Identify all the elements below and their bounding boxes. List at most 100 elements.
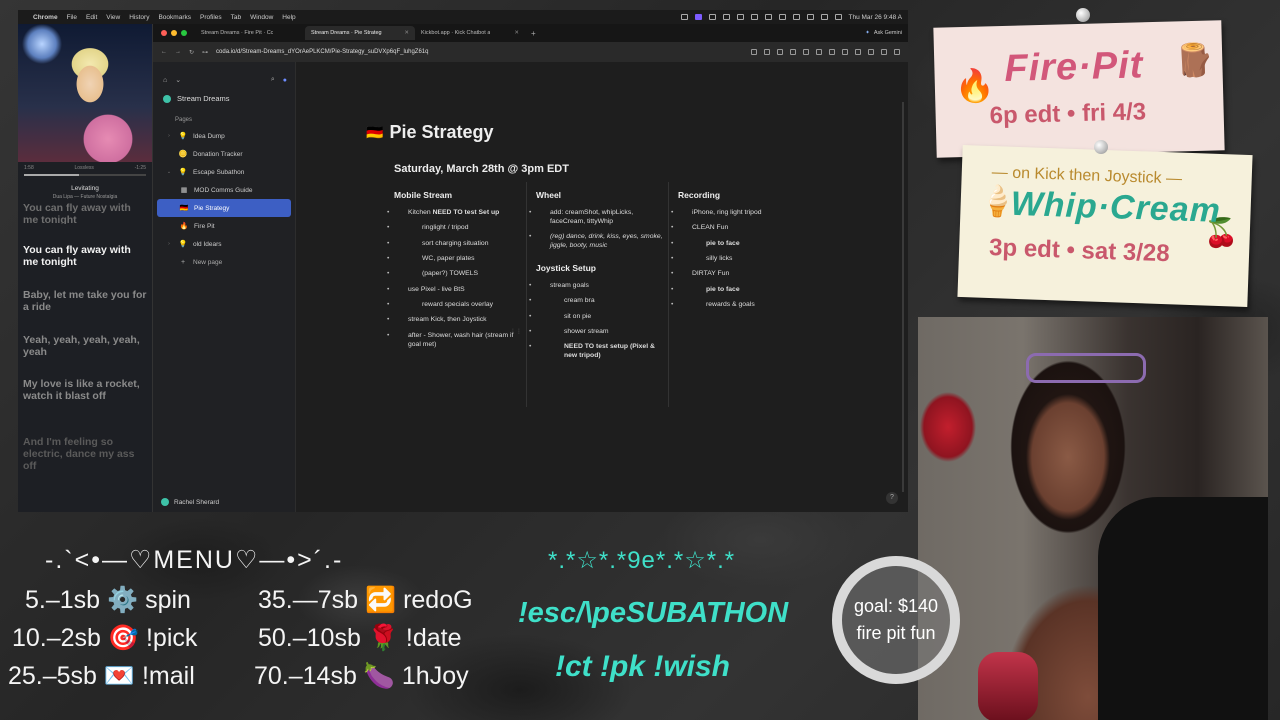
install-icon[interactable] xyxy=(751,49,757,55)
ask-gemini-button[interactable]: ✦ Ask Gemini xyxy=(865,30,902,36)
page-title[interactable]: Pie Strategy xyxy=(389,122,493,143)
notifications-icon[interactable]: ● xyxy=(283,77,287,84)
menu-bookmarks[interactable]: Bookmarks xyxy=(158,14,191,21)
menu-edit[interactable]: Edit xyxy=(86,14,97,21)
search-icon[interactable] xyxy=(820,14,828,20)
help-icon[interactable]: ? xyxy=(886,492,898,504)
lyric-line-current[interactable]: You can fly away with me tonight xyxy=(23,244,147,268)
close-tab-icon[interactable]: ✕ xyxy=(514,30,519,36)
extension-icon[interactable] xyxy=(803,49,809,55)
menu-history[interactable]: History xyxy=(129,14,149,21)
list-item[interactable]: DIRTAY Fun xyxy=(671,270,808,279)
menu-view[interactable]: View xyxy=(106,14,120,21)
list-item[interactable]: add: creamShot, whipLicks, faceCream, ti… xyxy=(529,209,664,227)
chevron-down-icon[interactable]: ⌄ xyxy=(165,169,173,175)
browser-tab[interactable]: Kickbot.app · Kick Chatbot a ✕ xyxy=(415,26,525,40)
list-item[interactable]: after - Shower, wash hair (stream if goa… xyxy=(387,332,522,350)
status-icon[interactable] xyxy=(722,14,730,20)
list-item[interactable]: (reg) dance, drink, kiss, eyes, smoke, j… xyxy=(529,233,664,251)
status-icon[interactable] xyxy=(708,14,716,20)
status-icon[interactable] xyxy=(778,14,786,20)
list-item[interactable]: pie to face xyxy=(671,240,808,249)
lyric-line[interactable]: Yeah, yeah, yeah, yeah, yeah xyxy=(23,334,147,358)
list-item[interactable]: WC, paper plates xyxy=(387,255,522,264)
menu-kebab-icon[interactable] xyxy=(894,49,900,55)
minimize-window-button[interactable] xyxy=(171,30,177,36)
sidebar-item-escape-subathon[interactable]: ⌄ 💡 Escape Subathon xyxy=(157,163,291,181)
chevron-down-icon[interactable]: ⌄ xyxy=(175,76,181,84)
column-heading[interactable]: Recording xyxy=(678,190,808,201)
menu-tab[interactable]: Tab xyxy=(231,14,241,21)
drag-handle-icon[interactable]: ⋮⋮ xyxy=(510,329,522,337)
browser-tab[interactable]: Stream Dreams · Fire Pit · Cc xyxy=(195,26,305,40)
bluetooth-icon[interactable] xyxy=(792,14,800,20)
lyric-line[interactable]: You can fly away with me tonight xyxy=(23,202,147,224)
sidebar-item-donation-tracker[interactable]: 🪙 Donation Tracker xyxy=(157,145,291,163)
menu-help[interactable]: Help xyxy=(282,14,295,21)
list-item[interactable]: iPhone, ring light tripod xyxy=(671,209,808,218)
bookmark-star-icon[interactable] xyxy=(777,49,783,55)
sidebar-item-mod-comms-guide[interactable]: ▦ MOD Comms Guide xyxy=(157,181,291,199)
list-item[interactable]: ⋮⋮ shower stream xyxy=(510,328,664,337)
status-icon[interactable] xyxy=(680,14,688,20)
extension-icon[interactable] xyxy=(829,49,835,55)
menu-window[interactable]: Window xyxy=(250,14,273,21)
extension-icon[interactable] xyxy=(842,49,848,55)
forward-icon[interactable]: → xyxy=(175,49,181,55)
clock[interactable]: Thu Mar 26 9:48 A xyxy=(849,14,902,21)
scrollbar[interactable] xyxy=(902,102,904,492)
list-item[interactable]: use Pixel - live BtS xyxy=(387,286,522,295)
extension-icon[interactable] xyxy=(816,49,822,55)
list-item[interactable]: cream bra xyxy=(529,297,664,306)
sidebar-item-fire-pit[interactable]: 🔥 Fire Pit xyxy=(157,217,291,235)
site-info-icon[interactable]: ⊶ xyxy=(202,49,208,56)
extension-icon[interactable] xyxy=(868,49,874,55)
search-icon[interactable]: ⌕ xyxy=(271,76,275,84)
page-subtitle[interactable]: Saturday, March 28th @ 3pm EDT xyxy=(394,163,569,175)
close-window-button[interactable] xyxy=(161,30,167,36)
menu-chrome[interactable]: Chrome xyxy=(33,14,58,21)
screen-record-icon[interactable] xyxy=(694,14,702,20)
extension-icon[interactable] xyxy=(855,49,861,55)
column-heading[interactable]: Joystick Setup xyxy=(536,263,664,274)
list-item[interactable]: sort charging situation xyxy=(387,240,522,249)
close-tab-icon[interactable]: ✕ xyxy=(404,30,409,36)
sidebar-item-old-idears[interactable]: › 💡 old Idears xyxy=(157,235,291,253)
list-item[interactable]: stream goals xyxy=(529,282,664,291)
list-item[interactable]: stream Kick, then Joystick xyxy=(387,316,522,325)
home-icon[interactable]: ⌂ xyxy=(163,77,167,84)
column-heading[interactable]: Wheel xyxy=(536,190,664,201)
control-center-icon[interactable] xyxy=(834,14,842,20)
browser-tab-active[interactable]: Stream Dreams · Pie Strateg ✕ xyxy=(305,26,415,40)
status-icon[interactable] xyxy=(764,14,772,20)
zoom-icon[interactable] xyxy=(764,49,770,55)
menu-profiles[interactable]: Profiles xyxy=(200,14,222,21)
status-icon[interactable] xyxy=(736,14,744,20)
list-item[interactable]: sit on pie xyxy=(529,313,664,322)
column-heading[interactable]: Mobile Stream xyxy=(394,190,522,201)
list-item[interactable]: (paper?) TOWELS xyxy=(387,270,522,279)
sidebar-item-pie-strategy[interactable]: 🇩🇪 Pie Strategy xyxy=(157,199,291,217)
progress-bar[interactable] xyxy=(24,174,146,176)
sidebar-item-idea-dump[interactable]: › 💡 Idea Dump xyxy=(157,127,291,145)
wifi-icon[interactable] xyxy=(806,14,814,20)
extension-icon[interactable] xyxy=(790,49,796,55)
chevron-right-icon[interactable]: › xyxy=(165,133,173,139)
list-item[interactable]: reward specials overlay xyxy=(387,301,522,310)
list-item[interactable]: Kitchen NEED TO test Set up xyxy=(387,209,522,218)
new-page-button[interactable]: + New page xyxy=(157,253,291,271)
lyric-line[interactable]: My love is like a rocket, watch it blast… xyxy=(23,378,147,402)
list-item[interactable]: CLEAN Fun xyxy=(671,224,808,233)
list-item[interactable]: pie to face xyxy=(671,286,808,295)
profile-icon[interactable] xyxy=(881,49,887,55)
zoom-window-button[interactable] xyxy=(181,30,187,36)
url-field[interactable]: coda.io/d/Stream-Dreams_dYOrAePLKCM/Pie-… xyxy=(216,49,743,55)
back-icon[interactable]: ← xyxy=(161,49,167,55)
doc-title-row[interactable]: Stream Dreams xyxy=(153,88,295,109)
reload-icon[interactable]: ↻ xyxy=(189,49,194,56)
menu-file[interactable]: File xyxy=(67,14,77,21)
chevron-right-icon[interactable]: › xyxy=(165,241,173,247)
list-item[interactable]: rewards & goals xyxy=(671,301,808,310)
list-item[interactable]: NEED TO test setup (Pixel & new tripod) xyxy=(529,343,664,361)
new-tab-button[interactable]: + xyxy=(525,29,542,38)
